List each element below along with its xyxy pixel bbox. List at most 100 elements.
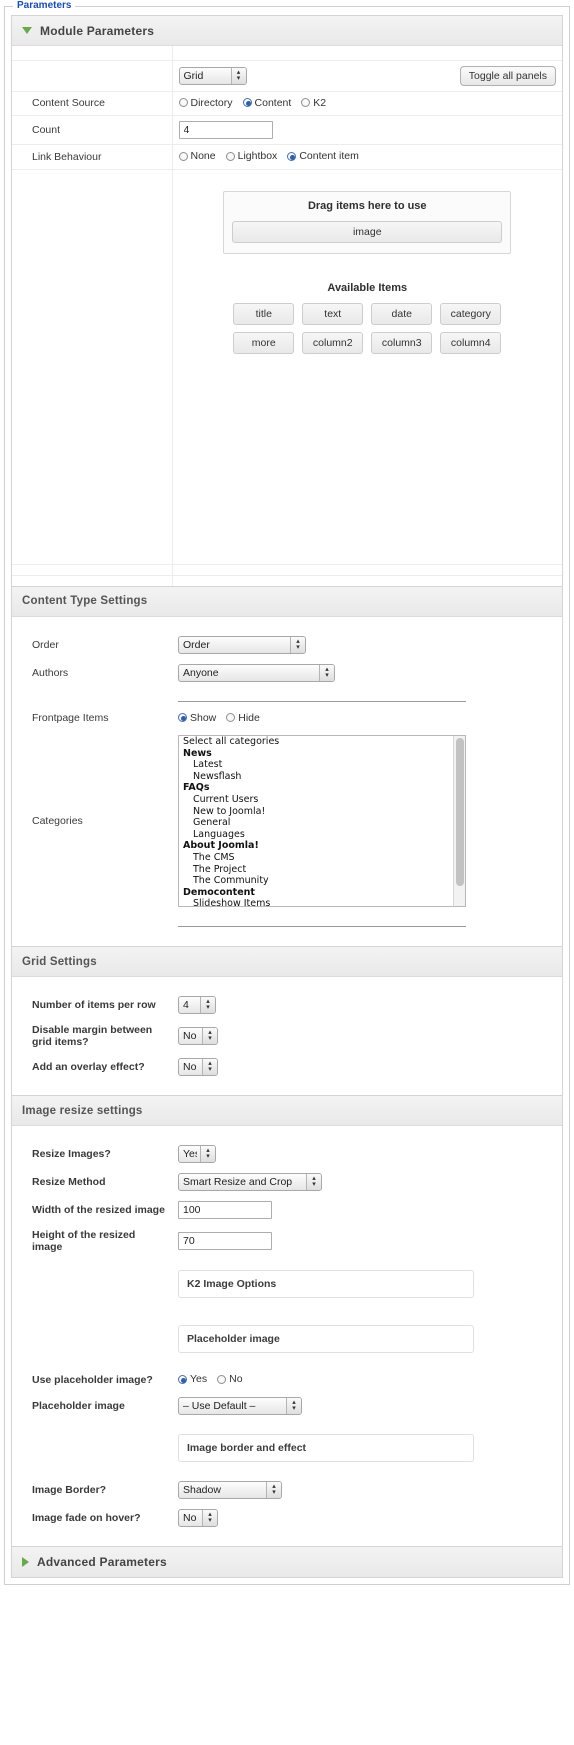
- category-option[interactable]: The Community: [179, 875, 465, 887]
- disable-margin-label-cell: Disable margin between grid items?: [12, 1019, 172, 1053]
- radio-option-none[interactable]: None: [178, 150, 216, 162]
- image-border-label: Image Border?: [32, 1483, 107, 1496]
- use-placeholder-label: Use placeholder image?: [32, 1373, 153, 1386]
- resize-method-select[interactable]: Smart Resize and Crop: [178, 1173, 322, 1191]
- overlay-effect-select[interactable]: No: [178, 1058, 218, 1076]
- radio-icon-hide[interactable]: [226, 713, 236, 722]
- image-border-and-effect-box[interactable]: Image border and effect: [178, 1433, 474, 1462]
- available-chip-category[interactable]: category: [440, 302, 502, 325]
- k2-image-options-box[interactable]: K2 Image Options: [178, 1270, 474, 1298]
- table-row-image-fade: Image fade on hover? No ▴ ▾: [12, 1504, 562, 1532]
- drop-zone[interactable]: Drag items here to use image: [223, 190, 512, 254]
- radio-icon-content[interactable]: [242, 98, 252, 107]
- category-option[interactable]: Languages: [179, 829, 465, 841]
- category-option[interactable]: Latest: [179, 759, 465, 771]
- panel-header-grid-settings[interactable]: Grid Settings: [12, 947, 562, 977]
- category-group[interactable]: Democontent: [179, 887, 465, 899]
- spacer-value-cell: [172, 46, 562, 61]
- radio-icon-placeholder-no[interactable]: [217, 1374, 227, 1384]
- available-chip-column4[interactable]: column4: [440, 331, 502, 354]
- available-chip-text[interactable]: text: [302, 302, 364, 325]
- placeholder-box-value-cell: Placeholder image: [172, 1310, 562, 1368]
- available-chip-more[interactable]: more: [233, 331, 295, 354]
- category-option[interactable]: Slideshow Items: [179, 898, 465, 906]
- categories-scrollbar-thumb[interactable]: [456, 738, 464, 886]
- radio-option-placeholder-no[interactable]: No: [217, 1373, 243, 1385]
- available-chip-title[interactable]: title: [233, 302, 295, 325]
- radio-option-content-item[interactable]: Content item: [287, 150, 359, 162]
- radio-option-directory[interactable]: Directory: [178, 97, 233, 109]
- radio-icon-show[interactable]: [178, 713, 187, 722]
- category-option[interactable]: Select all categories: [179, 736, 465, 748]
- image-fade-select-wrap: No ▴ ▾: [178, 1508, 218, 1527]
- placeholder-image-box[interactable]: Placeholder image: [178, 1325, 474, 1353]
- used-item-chip-image[interactable]: image: [232, 220, 503, 243]
- available-chip-column3[interactable]: column3: [371, 331, 433, 354]
- table-row-overlay-effect: Add an overlay effect? No ▴ ▾: [12, 1053, 562, 1081]
- category-option[interactable]: New to Joomla!: [179, 806, 465, 818]
- radio-icon-content-item[interactable]: [287, 151, 297, 161]
- radio-option-k2[interactable]: K2: [301, 97, 326, 109]
- table-row-order: Order Order ▴ ▾: [12, 631, 562, 659]
- link-behaviour-radio-group: None Lightbox Content item: [178, 150, 365, 162]
- disable-margin-label: Disable margin between grid items?: [32, 1024, 153, 1048]
- count-input[interactable]: [178, 121, 273, 139]
- resize-method-select-wrap: Smart Resize and Crop ▴ ▾: [178, 1173, 322, 1191]
- width-input[interactable]: [178, 1201, 272, 1219]
- trailing-value-cell-1: [172, 564, 562, 576]
- radio-icon-lightbox[interactable]: [225, 151, 235, 161]
- table-row-width: Width of the resized image: [12, 1196, 562, 1224]
- category-option[interactable]: General: [179, 817, 465, 829]
- placeholder-select-label: Placeholder image: [32, 1399, 125, 1412]
- panel-body-image-resize-settings: Resize Images? Yes ▴ ▾ Resize Method Sma…: [12, 1126, 562, 1546]
- height-input[interactable]: [178, 1232, 272, 1250]
- layout-select[interactable]: Grid: [178, 66, 247, 85]
- table-row-image-border: Image Border? Shadow ▴ ▾: [12, 1476, 562, 1504]
- order-select[interactable]: Order: [178, 635, 306, 654]
- placeholder-select-wrap: – Use Default – ▴ ▾: [178, 1396, 302, 1415]
- categories-multiselect[interactable]: Select all categories News Latest Newsfl…: [178, 735, 466, 907]
- category-group[interactable]: News: [179, 748, 465, 760]
- category-option[interactable]: Newsflash: [179, 771, 465, 783]
- link-behaviour-value-cell: None Lightbox Content item: [172, 144, 562, 170]
- panel-header-module-parameters[interactable]: Module Parameters: [12, 16, 562, 46]
- radio-option-hide[interactable]: Hide: [226, 712, 260, 724]
- available-chip-column2[interactable]: column2: [302, 331, 364, 354]
- radio-option-placeholder-yes[interactable]: Yes: [178, 1373, 207, 1385]
- category-group[interactable]: FAQs: [179, 782, 465, 794]
- radio-icon-directory[interactable]: [178, 98, 188, 107]
- border-box-value-cell: Image border and effect: [172, 1420, 562, 1476]
- radio-icon-placeholder-yes[interactable]: [178, 1374, 187, 1384]
- panel-header-content-type-settings[interactable]: Content Type Settings: [12, 586, 562, 617]
- authors-value-cell: Anyone ▴ ▾: [172, 659, 562, 687]
- panel-header-image-resize-settings[interactable]: Image resize settings: [12, 1096, 562, 1126]
- available-items-row-1: title text date category: [179, 302, 557, 325]
- category-option[interactable]: Current Users: [179, 794, 465, 806]
- panel-header-advanced-parameters[interactable]: Advanced Parameters: [12, 1546, 562, 1577]
- image-fade-select[interactable]: No: [178, 1508, 218, 1527]
- category-group[interactable]: About Joomla!: [179, 840, 465, 852]
- use-placeholder-radio-group: Yes No: [178, 1373, 249, 1385]
- parameters-fieldset: Parameters Module Parameters Grid ▴ ▾ To…: [4, 0, 570, 1585]
- category-option[interactable]: The Project: [179, 864, 465, 876]
- radio-option-show[interactable]: Show: [178, 712, 216, 724]
- disable-margin-select[interactable]: No: [178, 1027, 218, 1045]
- width-label: Width of the resized image: [32, 1204, 165, 1216]
- categories-scrollbar[interactable]: [453, 736, 465, 906]
- resize-images-label-cell: Resize Images?: [12, 1140, 172, 1168]
- radio-icon-k2[interactable]: [301, 98, 311, 107]
- available-chip-date[interactable]: date: [371, 302, 433, 325]
- placeholder-select[interactable]: – Use Default –: [178, 1396, 302, 1415]
- items-per-row-select[interactable]: 4: [178, 996, 216, 1014]
- height-label: Height of the resized image: [32, 1229, 136, 1253]
- category-option[interactable]: The CMS: [179, 852, 465, 864]
- toggle-all-panels-button[interactable]: Toggle all panels: [459, 65, 556, 86]
- resize-images-select[interactable]: Yes: [178, 1145, 216, 1163]
- radio-option-content[interactable]: Content: [242, 97, 291, 109]
- authors-select[interactable]: Anyone: [178, 663, 335, 682]
- radio-option-lightbox[interactable]: Lightbox: [225, 150, 277, 162]
- image-border-select[interactable]: Shadow: [178, 1480, 282, 1499]
- drop-zone-title: Drag items here to use: [307, 199, 427, 212]
- table-row-disable-margin: Disable margin between grid items? No ▴ ▾: [12, 1019, 562, 1053]
- radio-icon-none[interactable]: [178, 151, 188, 161]
